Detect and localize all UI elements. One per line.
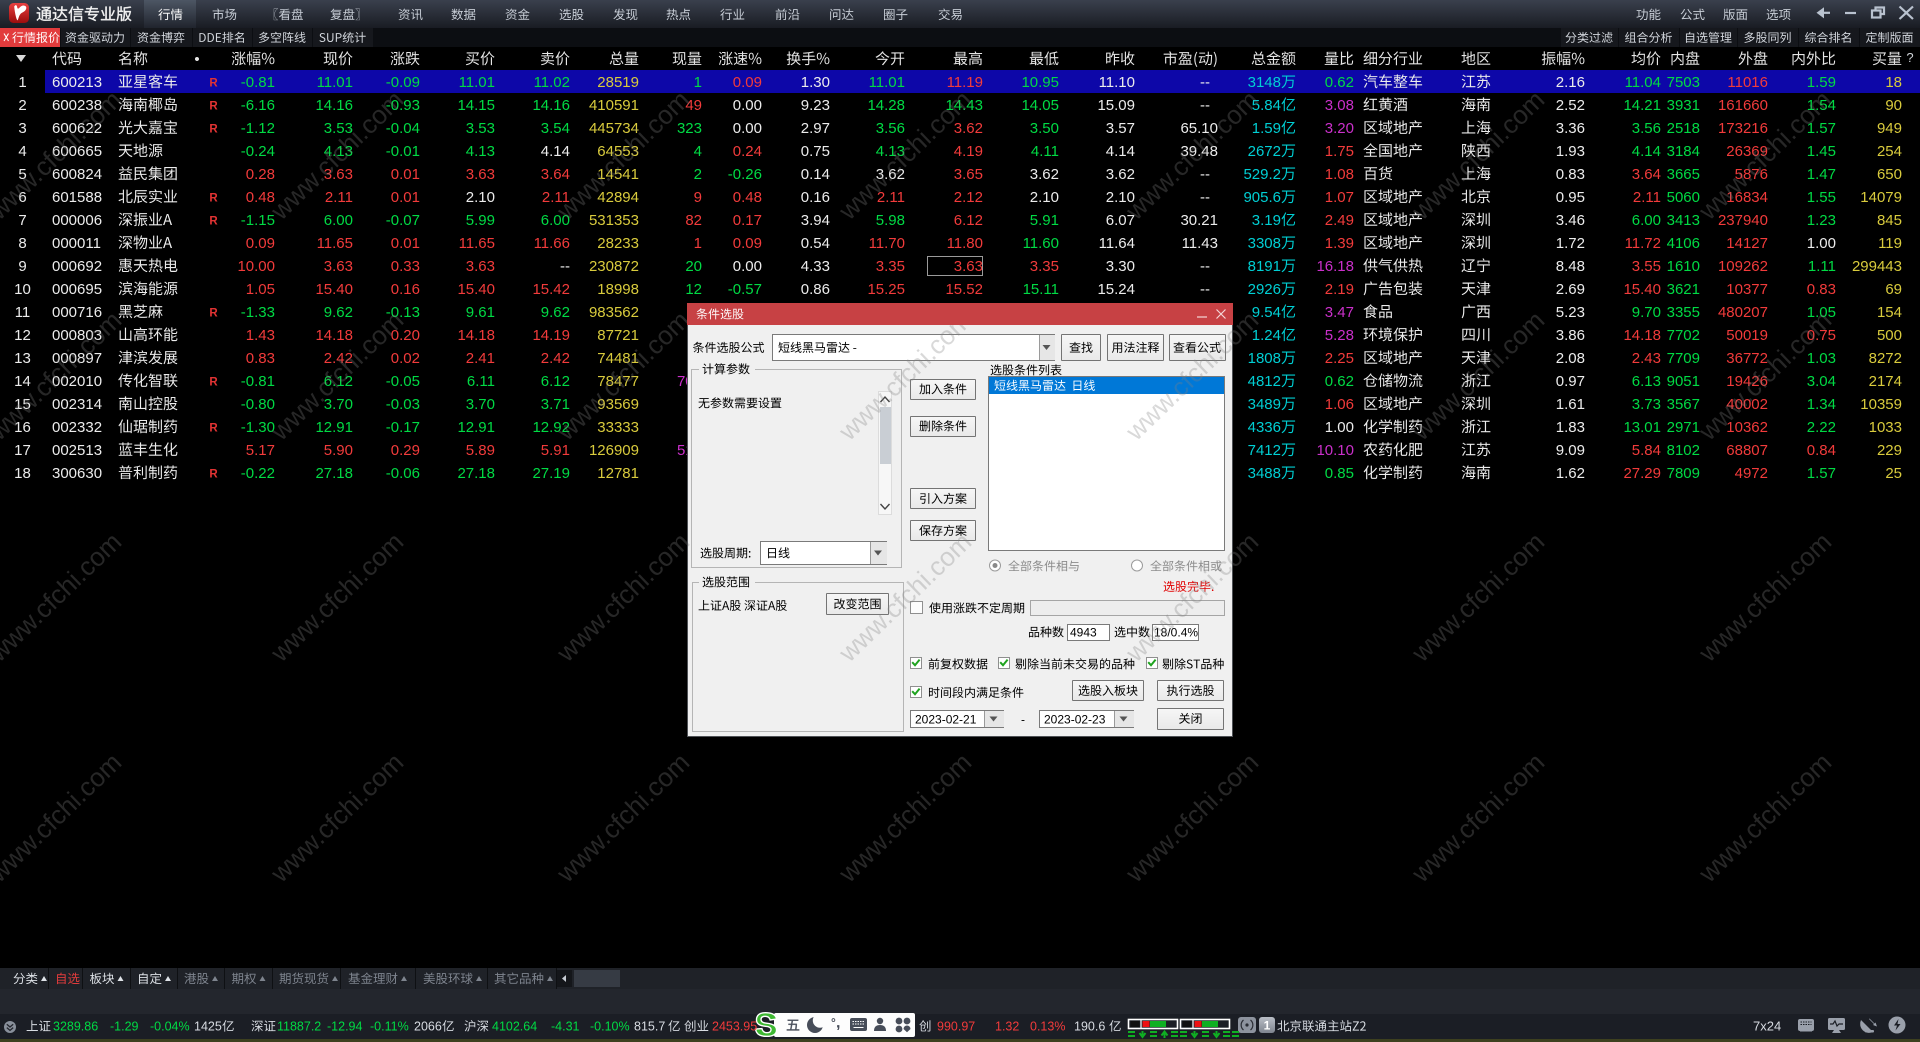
svg-text:www.cfchi.com: www.cfchi.com — [550, 526, 695, 668]
svg-text:www.cfchi.com: www.cfchi.com — [1692, 84, 1837, 226]
svg-text:www.cfchi.com: www.cfchi.com — [1692, 747, 1837, 889]
svg-text:www.cfchi.com: www.cfchi.com — [1119, 84, 1264, 226]
svg-text:www.cfchi.com: www.cfchi.com — [832, 305, 977, 447]
svg-text:www.cfchi.com: www.cfchi.com — [264, 526, 409, 668]
svg-text:www.cfchi.com: www.cfchi.com — [1405, 305, 1550, 447]
svg-text:www.cfchi.com: www.cfchi.com — [1119, 305, 1264, 447]
svg-text:www.cfchi.com: www.cfchi.com — [1119, 526, 1264, 668]
svg-text:www.cfchi.com: www.cfchi.com — [0, 84, 127, 226]
svg-text:www.cfchi.com: www.cfchi.com — [0, 747, 127, 889]
svg-text:www.cfchi.com: www.cfchi.com — [264, 747, 409, 889]
svg-text:www.cfchi.com: www.cfchi.com — [832, 747, 977, 889]
svg-text:www.cfchi.com: www.cfchi.com — [550, 84, 695, 226]
svg-text:www.cfchi.com: www.cfchi.com — [0, 305, 127, 447]
svg-text:www.cfchi.com: www.cfchi.com — [832, 84, 977, 226]
svg-text:www.cfchi.com: www.cfchi.com — [1119, 747, 1264, 889]
svg-text:www.cfchi.com: www.cfchi.com — [1405, 747, 1550, 889]
svg-text:www.cfchi.com: www.cfchi.com — [1692, 305, 1837, 447]
svg-text:www.cfchi.com: www.cfchi.com — [264, 305, 409, 447]
svg-text:www.cfchi.com: www.cfchi.com — [550, 747, 695, 889]
svg-text:www.cfchi.com: www.cfchi.com — [1405, 84, 1550, 226]
svg-text:www.cfchi.com: www.cfchi.com — [0, 526, 127, 668]
svg-text:www.cfchi.com: www.cfchi.com — [832, 526, 977, 668]
svg-text:www.cfchi.com: www.cfchi.com — [550, 305, 695, 447]
svg-text:www.cfchi.com: www.cfchi.com — [1405, 526, 1550, 668]
svg-text:www.cfchi.com: www.cfchi.com — [264, 84, 409, 226]
svg-text:www.cfchi.com: www.cfchi.com — [1692, 526, 1837, 668]
